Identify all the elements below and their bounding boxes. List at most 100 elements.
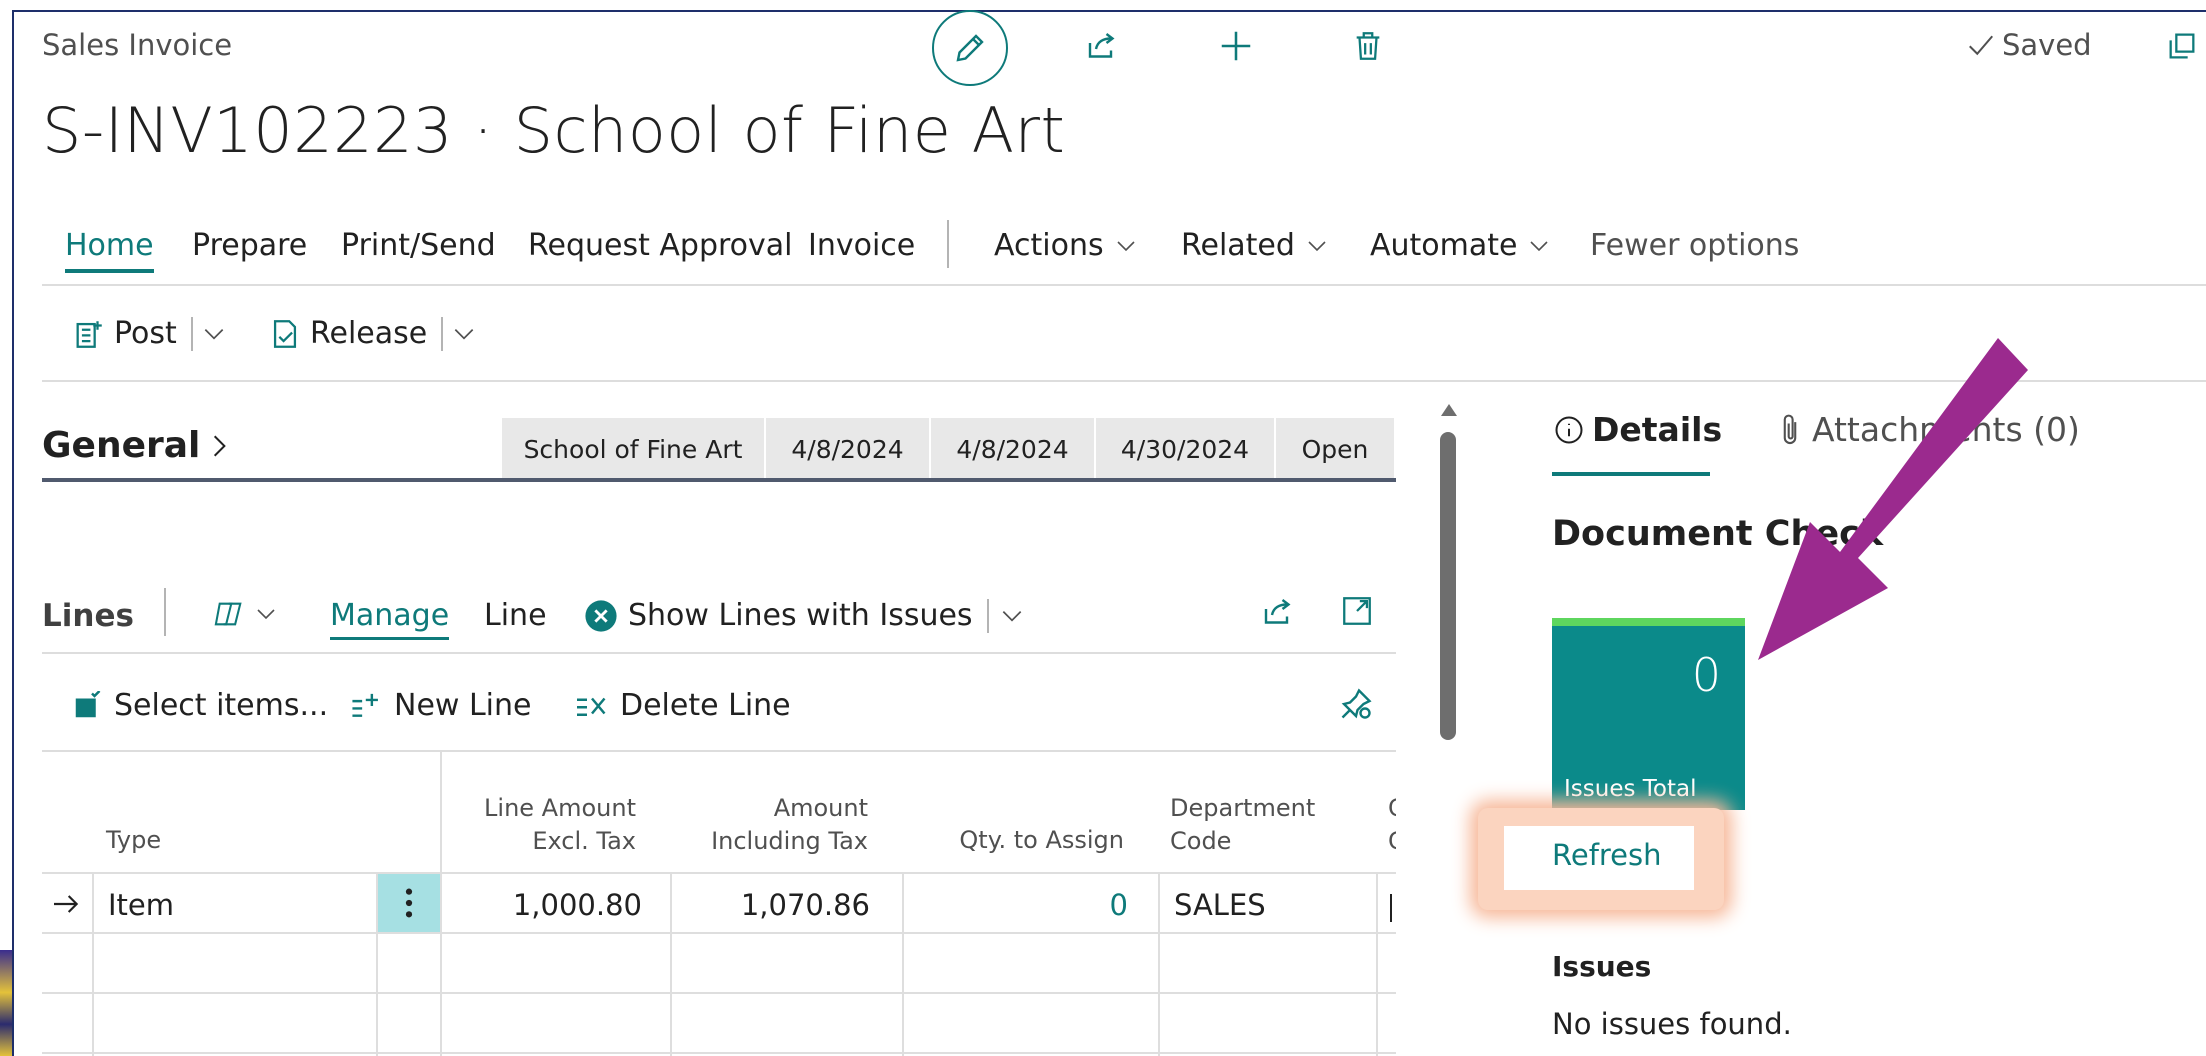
tab-print-send[interactable]: Print/Send [341,228,496,263]
new-button[interactable] [1214,24,1258,68]
column-header-dept-2: Code [1170,827,1232,855]
new-line-label: New Line [394,688,532,723]
tab-automate[interactable]: Automate [1370,228,1551,263]
edit-button[interactable] [932,10,1008,86]
row-divider [42,932,1396,934]
no-issues-text: No issues found. [1552,1007,1792,1041]
column-header-line-amount[interactable]: Line Amount Excl. Tax [442,792,636,858]
column-header-line-amount-1: Line Amount [484,794,636,822]
cell-qty-to-assign[interactable]: 0 [904,888,1128,922]
chevron-down-icon [1117,240,1135,251]
lines-label: Lines [42,598,134,634]
general-section-header[interactable]: General [42,425,232,466]
summary-customer: School of Fine Art [502,418,766,480]
lines-copilot-button[interactable] [212,598,278,630]
tab-related-label: Related [1181,228,1295,263]
lines-share-button[interactable] [1260,594,1296,634]
tab-actions[interactable]: Actions [994,228,1138,263]
arrow-right-icon [54,895,79,913]
plus-icon [1221,31,1251,61]
general-underline [42,478,1396,482]
delete-line-icon [577,697,606,716]
column-header-amount-incl-2: Including Tax [711,827,868,855]
chevron-right-icon [214,435,227,456]
caret-up-icon [1441,404,1457,416]
saved-label: Saved [2002,28,2092,62]
post-label: Post [114,316,177,351]
cell-line-amount[interactable]: 1,000.80 [442,888,642,922]
share-icon [1088,33,1115,58]
row-indicator [50,888,82,924]
select-items-icon [75,690,101,717]
annotation-arrow [1758,338,2028,660]
saved-status: Saved [1966,28,2092,62]
checkmark-icon [1969,35,1994,56]
release-button[interactable]: Release [268,316,477,351]
select-items-label: Select items... [114,688,329,723]
column-header-department-code[interactable]: Department Code [1170,792,1315,858]
chevron-down-icon[interactable] [999,603,1025,629]
tab-home[interactable]: Home [65,228,154,273]
column-header-truncated[interactable]: CC [1388,792,1396,858]
post-button[interactable]: Post [72,316,227,351]
tab-automate-label: Automate [1370,228,1518,263]
column-header-qty-to-assign[interactable]: Qty. to Assign [904,824,1124,857]
annotation-arrow-shape [1758,338,2028,660]
issues-total-label: Issues Total [1564,776,1697,802]
chevron-down-icon [257,609,275,620]
fewer-options-link[interactable]: Fewer options [1590,228,1799,263]
open-new-window-button[interactable] [2160,24,2204,68]
chevron-down-icon[interactable] [201,321,227,347]
chevron-down-icon[interactable] [451,321,477,347]
summary-date: 4/8/2024 [766,418,931,480]
lines-line-tab[interactable]: Line [484,598,547,633]
row-actions-button[interactable] [378,874,440,932]
column-header-type[interactable]: Type [106,824,161,857]
tab-actions-label: Actions [994,228,1104,263]
lines-expand-button[interactable] [1340,594,1374,632]
tab-prepare[interactable]: Prepare [192,228,307,263]
tab-invoice[interactable]: Invoice [808,228,915,263]
tab-related[interactable]: Related [1181,228,1329,263]
show-lines-with-issues-button[interactable]: Show Lines with Issues [584,598,1025,633]
page-type-label: Sales Invoice [42,28,233,62]
split-separator [441,316,444,351]
select-items-button[interactable]: Select items... [72,688,328,723]
pencil-icon [956,34,984,62]
tab-request-approval[interactable]: Request Approval [528,228,793,263]
refresh-link[interactable]: Refresh [1552,838,1662,872]
cell-department-code[interactable]: SALES [1174,888,1266,922]
tile-status-bar [1552,618,1745,626]
delete-line-button[interactable]: Delete Line [574,688,791,723]
share-button[interactable] [1080,24,1124,68]
unpin-button[interactable] [1338,686,1374,726]
vertical-scrollbar-thumb[interactable] [1440,432,1456,740]
scroll-up-button[interactable] [1440,402,1458,421]
cell-type[interactable]: Item [108,888,174,922]
expand-icon [1343,597,1371,625]
more-vertical-icon [405,888,413,918]
issues-heading: Issues [1552,950,1652,983]
factbox-details-tab[interactable]: Details [1554,410,1722,449]
column-header-dept-1: Department [1170,794,1316,822]
split-separator [986,598,989,633]
column-header-amount-incl-tax[interactable]: Amount Including Tax [672,792,868,858]
info-icon [1555,416,1583,443]
lines-manage-tab[interactable]: Manage [330,598,450,640]
row-divider [42,872,1396,874]
summary-status: Open [1276,418,1394,480]
issues-total-tile[interactable]: 0 Issues Total [1552,618,1745,810]
new-line-icon [352,693,378,717]
lines-bar-divider [42,652,1396,654]
nav-divider [42,284,2206,286]
details-tab-label: Details [1592,410,1723,449]
col-divider [1376,872,1378,1056]
post-icon [76,320,102,348]
delete-button[interactable] [1346,24,1390,68]
open-in-new-icon [2169,33,2195,59]
summary-due-date: 4/30/2024 [1096,418,1276,480]
trash-icon [1356,32,1380,60]
copilot-icon [214,602,242,626]
cell-amount-incl-tax[interactable]: 1,070.86 [672,888,870,922]
new-line-button[interactable]: New Line [350,688,532,723]
